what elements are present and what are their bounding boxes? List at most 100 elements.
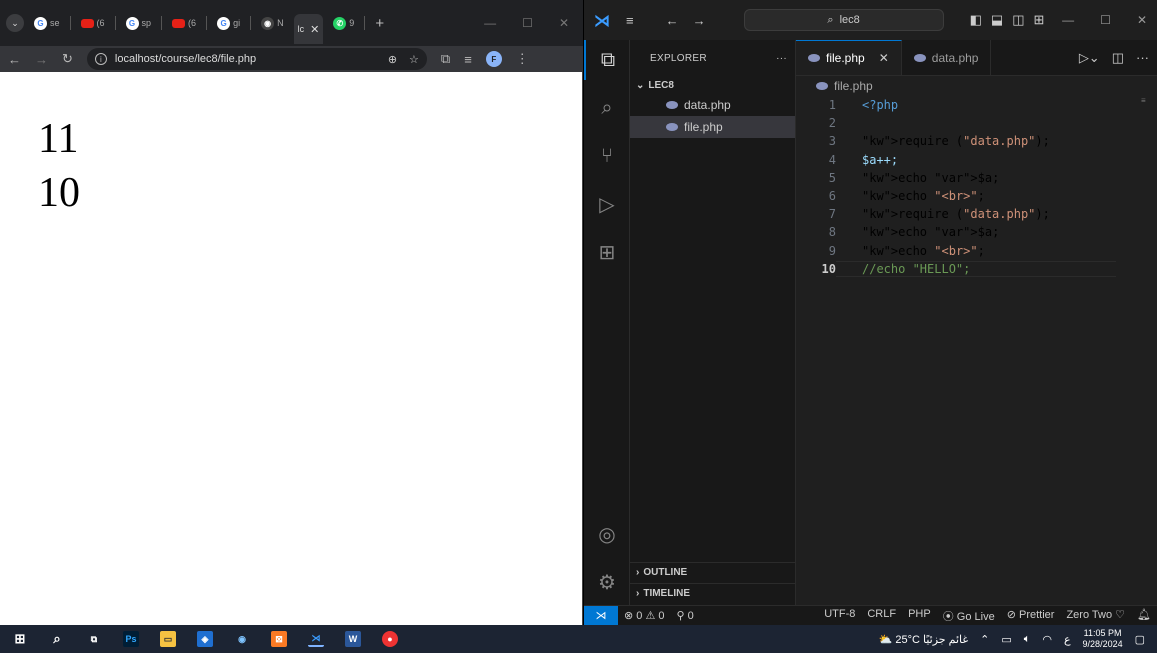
browser-tab[interactable]: (6 [168, 12, 200, 34]
code-line: 4 $a++; [828, 152, 899, 167]
activity-bar: ⧉ ⌕ ⑂ ▷ ⊞ ◎ ⚙ [584, 40, 630, 605]
output-line: 10 [38, 170, 80, 216]
search-icon[interactable]: ⌕ [49, 631, 65, 647]
browser-tab-active[interactable]: lc ✕ [293, 14, 324, 44]
file-explorer-icon[interactable]: ▭ [160, 631, 176, 647]
toggle-panel-icon[interactable]: ⬓ [991, 12, 1003, 28]
browser-tab[interactable]: (6 [77, 12, 109, 34]
menu-icon[interactable]: ≡ [626, 13, 634, 28]
minimize-icon[interactable]: — [1062, 13, 1074, 27]
wifi-icon[interactable]: ◠ [1042, 633, 1052, 646]
explorer-icon[interactable]: ⧉ [584, 40, 630, 80]
close-icon[interactable]: ✕ [559, 16, 569, 30]
output-line: 11 [38, 116, 79, 162]
browser-tab[interactable]: ◉ N [257, 12, 288, 34]
weather-widget[interactable]: ⛅ 25°C غائم جزئيًا [879, 633, 969, 646]
remote-indicator-icon[interactable]: ⋊ [584, 605, 618, 626]
tab-file-php[interactable]: file.php ✕ [796, 40, 902, 75]
profile-avatar[interactable]: F [485, 51, 502, 67]
vscode-window: ⋊ ≡ ← → ⌕ lec8 ◧ ⬓ ◫ ⊞ — ☐ ✕ ⧉ ⌕ ⑂ ▷ ⊞ ◎… [584, 0, 1157, 626]
browser-tab[interactable]: Gse [30, 12, 64, 34]
extensions-icon[interactable]: ⧉ [441, 51, 450, 67]
tray-chevron-up-icon[interactable]: ⌃ [980, 633, 989, 646]
battery-icon[interactable]: ▭ [1001, 633, 1011, 646]
minimize-icon[interactable]: — [484, 16, 496, 30]
vscode-icon[interactable]: ⋊ [308, 631, 324, 647]
eol-indicator[interactable]: CRLF [861, 608, 902, 624]
browser-tab[interactable]: Gsp [122, 12, 156, 34]
folder-lec8[interactable]: ⌄ LEC8 [630, 76, 795, 94]
language-indicator[interactable]: ع [1064, 633, 1071, 646]
bookmark-star-icon[interactable]: ☆ [409, 53, 419, 66]
clock[interactable]: 11:05 PM 9/28/2024 [1083, 628, 1123, 650]
code-line: 2 [828, 116, 836, 131]
zoom-icon[interactable]: ⊕ [388, 53, 397, 66]
google-icon: G [217, 16, 231, 30]
toggle-sidebar-icon[interactable]: ◧ [970, 12, 982, 28]
tab-separator [364, 16, 366, 30]
notifications-icon[interactable]: 🔔︎ [1131, 608, 1157, 624]
split-editor-icon[interactable]: ◫ [1112, 50, 1124, 66]
outline-section[interactable]: › OUTLINE [630, 562, 796, 582]
file-item-file-php[interactable]: file.php [630, 116, 795, 138]
run-debug-icon[interactable]: ▷ [584, 184, 630, 224]
notification-center-icon[interactable]: ▢ [1135, 633, 1145, 646]
word-icon[interactable]: W [345, 631, 361, 647]
run-icon[interactable]: ▷⌄ [1079, 50, 1100, 66]
photoshop-icon[interactable]: Ps [123, 631, 139, 647]
url-text: localhost/course/lec8/file.php [114, 53, 257, 65]
file-item-data-php[interactable]: data.php [630, 94, 795, 116]
chrome-icon[interactable]: ● [382, 631, 398, 647]
breadcrumb[interactable]: file.php [796, 76, 1157, 96]
encoding-indicator[interactable]: UTF-8 [818, 608, 861, 624]
code-line: 3 "kw">require ("data.php"); [828, 134, 1050, 149]
browser-tab[interactable]: Ggi [213, 12, 244, 34]
theme-indicator[interactable]: Zero Two ♡ [1060, 608, 1131, 624]
ports-indicator[interactable]: ⚲ 0 [671, 609, 700, 622]
search-icon[interactable]: ⌕ [584, 88, 630, 128]
go-live-button[interactable]: ⦿ Go Live [937, 608, 1001, 624]
prettier-button[interactable]: ⊘ Prettier [1001, 608, 1061, 624]
tab-search-button[interactable]: ⌄ [6, 14, 24, 32]
more-actions-icon[interactable]: ··· [1136, 50, 1149, 65]
minimap[interactable]: ≡ [1141, 96, 1149, 105]
editor-actions: ▷⌄ ◫ ··· [1079, 40, 1157, 75]
nav-forward-icon[interactable]: → [693, 13, 706, 28]
media-controls-icon[interactable]: ≡ [464, 52, 472, 67]
xampp-icon[interactable]: ⊠ [271, 631, 287, 647]
account-icon[interactable]: ◎ [584, 514, 630, 554]
close-icon[interactable]: ✕ [1137, 13, 1147, 27]
customize-layout-icon[interactable]: ⊞ [1033, 12, 1044, 28]
maximize-icon[interactable]: ☐ [522, 16, 533, 30]
app-icon[interactable]: ◉ [234, 631, 250, 647]
volume-icon[interactable]: 🔈︎ [1024, 633, 1031, 646]
address-bar[interactable]: i localhost/course/lec8/file.php ⊕ ☆ [86, 48, 427, 70]
close-tab-icon[interactable]: ✕ [879, 51, 889, 65]
vscode-window-controls: — ☐ ✕ [1062, 13, 1147, 27]
task-view-icon[interactable]: ⧉ [86, 631, 102, 647]
site-info-icon[interactable]: i [94, 53, 107, 65]
store-icon[interactable]: ◈ [197, 631, 213, 647]
windows-start-icon[interactable]: ⊞ [12, 631, 28, 647]
source-control-icon[interactable]: ⑂ [584, 136, 630, 176]
close-tab-icon[interactable]: ✕ [310, 23, 319, 36]
new-tab-button[interactable]: + [375, 15, 384, 32]
back-icon[interactable]: ← [8, 52, 21, 67]
timeline-section[interactable]: › TIMELINE [630, 583, 796, 603]
more-actions-icon[interactable]: ··· [776, 53, 787, 64]
browser-menu-icon[interactable]: ⋮ [516, 51, 529, 67]
code-line: 9 "kw">echo "<br>"; [828, 243, 985, 258]
reload-icon[interactable]: ↻ [62, 51, 73, 67]
language-indicator[interactable]: PHP [902, 608, 937, 624]
browser-tab[interactable]: ✆ 9 [329, 12, 358, 34]
extensions-icon[interactable]: ⊞ [584, 232, 630, 272]
problems-indicator[interactable]: ⊗ 0 ⚠ 0 [618, 609, 671, 622]
code-editor[interactable]: 1 <?php 2 3 "kw">require ("data.php"); 4 $a… [796, 96, 1157, 278]
tab-data-php[interactable]: data.php [902, 40, 992, 75]
command-center-search[interactable]: ⌕ lec8 [743, 9, 944, 31]
toggle-secondary-sidebar-icon[interactable]: ◫ [1012, 12, 1024, 28]
maximize-icon[interactable]: ☐ [1100, 13, 1111, 27]
gear-icon[interactable]: ⚙ [584, 562, 630, 602]
forward-icon[interactable]: → [35, 52, 48, 67]
nav-back-icon[interactable]: ← [666, 13, 679, 28]
